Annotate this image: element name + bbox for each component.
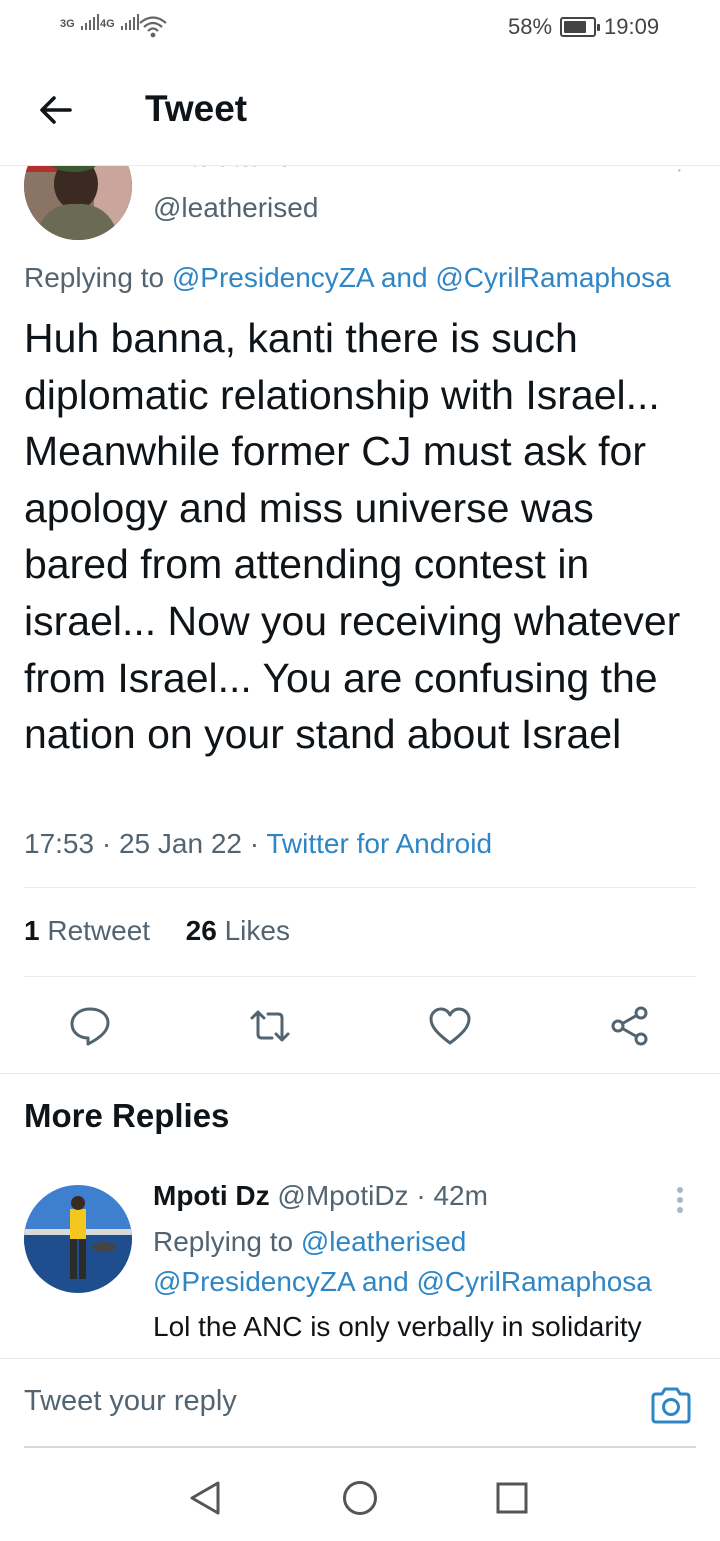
home-circle-icon[interactable] [340, 1478, 380, 1518]
more-options-icon[interactable] [676, 1186, 684, 1214]
arrow-left-icon[interactable] [36, 90, 76, 130]
avatar[interactable] [24, 166, 132, 240]
mention-cyrilramaphosa[interactable]: @CyrilRamaphosa [416, 1266, 651, 1297]
mention-presidencyza[interactable]: @PresidencyZA [153, 1266, 354, 1297]
signal-label-3g: 3G [60, 18, 75, 30]
replying-prefix: Replying to [153, 1226, 301, 1257]
signal-icon-2: 4G [100, 14, 139, 30]
mention-cyrilramaphosa[interactable]: @CyrilRamaphosa [435, 262, 670, 293]
divider [24, 887, 696, 888]
like-count: 26 [185, 915, 217, 946]
divider [24, 976, 696, 977]
tweet-stats: 1 Retweet 26 Likes [24, 915, 290, 947]
tweet-meta: 17:53 · 25 Jan 22 · Twitter for Android [24, 828, 493, 859]
tweet-time: 17:53 [24, 828, 95, 859]
header: Tweet [0, 56, 720, 166]
reply-icon[interactable] [68, 1004, 112, 1048]
retweet-label: Retweet [47, 915, 151, 946]
retweet-icon[interactable] [248, 1004, 292, 1048]
likes-label: Likes [224, 915, 290, 946]
recents-square-icon[interactable] [492, 1478, 532, 1518]
mention-presidencyza[interactable]: @PresidencyZA [172, 262, 373, 293]
page-title: Tweet [145, 88, 248, 129]
tweet-source[interactable]: Twitter for Android [266, 828, 492, 859]
reply-header: Mpoti Dz @MpotiDz · 42m [153, 1180, 488, 1211]
avatar[interactable] [24, 1185, 132, 1293]
back-triangle-icon[interactable] [186, 1478, 226, 1518]
clock: 19:09 [604, 14, 660, 39]
reply-author-handle[interactable]: @MpotiDz [277, 1180, 408, 1211]
share-icon[interactable] [608, 1004, 652, 1048]
author-name[interactable]: Braleather [156, 166, 304, 174]
more-options-icon[interactable]: · [676, 166, 683, 180]
section-divider [0, 1073, 720, 1074]
battery-percentage: 58% [508, 14, 553, 39]
reply-time: 42m [433, 1180, 488, 1211]
replying-and: and [373, 262, 436, 293]
status-bar: 3G 4G 58% 19:09 [0, 0, 720, 56]
replying-and: and [354, 1266, 417, 1297]
camera-icon[interactable] [650, 1387, 692, 1425]
reply-replying-to: Replying to @leatherised @PresidencyZA a… [153, 1222, 693, 1302]
more-replies-heading: More Replies [24, 1097, 230, 1134]
wifi-icon [139, 16, 167, 38]
replying-to: Replying to @PresidencyZA and @CyrilRama… [24, 262, 671, 294]
compose-bar: Tweet your reply [0, 1358, 720, 1448]
replying-prefix: Replying to [24, 262, 172, 293]
tweet-author[interactable]: Braleather @leatherised · [0, 166, 720, 246]
reply-input[interactable]: Tweet your reply [24, 1385, 237, 1418]
signal-icon: 3G [60, 14, 99, 30]
like-icon[interactable] [428, 1004, 472, 1048]
tweet-text: Huh banna, kanti there is such diplomati… [24, 315, 681, 758]
signal-label-4g: 4G [100, 18, 115, 30]
reply-text: Lol the ANC is only verbally in solidari… [153, 1311, 642, 1342]
likes-stat[interactable]: 26 Likes [186, 915, 290, 946]
system-nav-bar [0, 1448, 720, 1541]
tweet-date: 25 Jan 22 [118, 828, 242, 859]
battery-icon [560, 17, 600, 37]
reply-author-name[interactable]: Mpoti Dz [153, 1180, 270, 1211]
retweet-count: 1 [24, 915, 40, 946]
author-handle[interactable]: @leatherised [153, 192, 318, 224]
mention-leatherised[interactable]: @leatherised [301, 1226, 466, 1257]
retweet-stat[interactable]: 1 Retweet [24, 915, 150, 946]
